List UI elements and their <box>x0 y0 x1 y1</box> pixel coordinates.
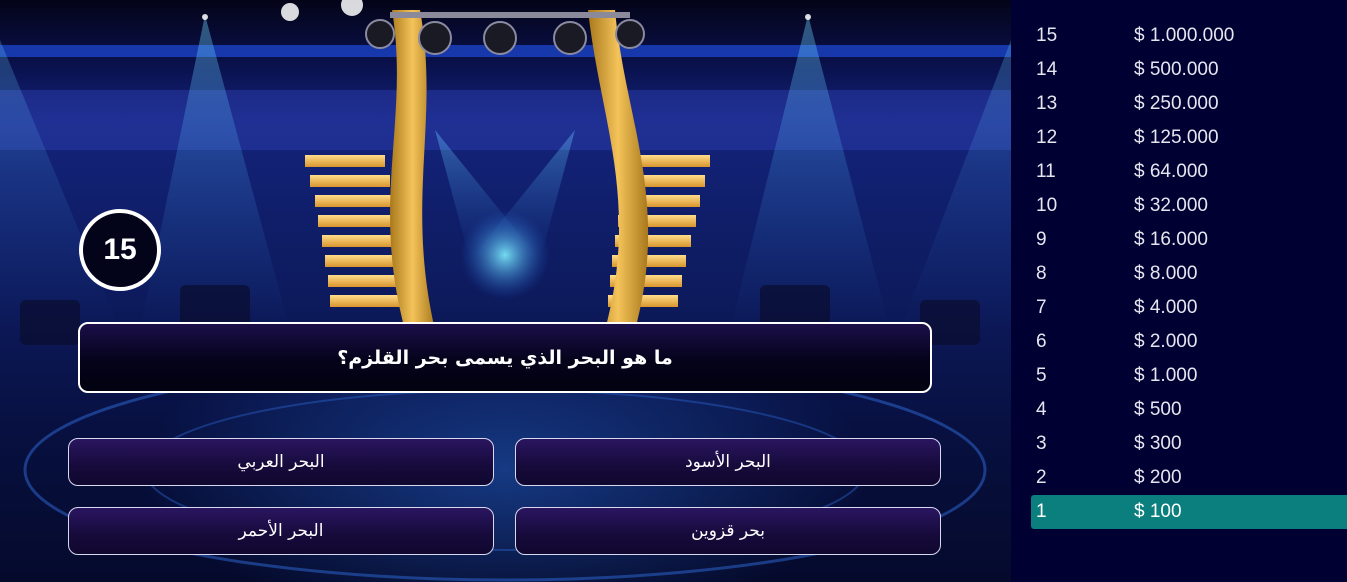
prize-amount: $ 500 <box>1134 399 1182 420</box>
prize-level: 7 <box>1036 297 1047 318</box>
prize-row-3: 3 $ 300 <box>1031 427 1347 461</box>
prize-row-6: 6 $ 2.000 <box>1031 325 1347 359</box>
prize-row-12: 12 $ 125.000 <box>1031 121 1347 155</box>
prize-amount: $ 125.000 <box>1134 127 1219 148</box>
studio-scenery <box>0 0 1011 582</box>
prize-row-10: 10 $ 32.000 <box>1031 189 1347 223</box>
prize-level: 15 <box>1036 25 1058 46</box>
prize-level: 6 <box>1036 331 1047 352</box>
prize-amount: $ 100 <box>1134 501 1182 522</box>
studio-background: 15 ما هو البحر الذي يسمى بحر القلزم؟ الب… <box>0 0 1011 582</box>
prize-row-9: 9 $ 16.000 <box>1031 223 1347 257</box>
prize-level: 11 <box>1036 161 1056 182</box>
prize-level: 10 <box>1036 195 1058 216</box>
prize-amount: $ 250.000 <box>1134 93 1219 114</box>
prize-level: 9 <box>1036 229 1047 250</box>
prize-amount: $ 8.000 <box>1134 263 1198 284</box>
prize-amount: $ 200 <box>1134 467 1182 488</box>
prize-amount: $ 2.000 <box>1134 331 1198 352</box>
prize-amount: $ 64.000 <box>1134 161 1208 182</box>
prize-row-5: 5 $ 1.000 <box>1031 359 1347 393</box>
prize-amount: $ 4.000 <box>1134 297 1198 318</box>
prize-amount: $ 300 <box>1134 433 1182 454</box>
answer-button-3[interactable]: البحر الأحمر <box>68 507 494 555</box>
prize-amount: $ 500.000 <box>1134 59 1219 80</box>
prize-amount: $ 1.000 <box>1134 365 1198 386</box>
countdown-timer: 15 <box>79 209 161 291</box>
prize-row-11: 11 $ 64.000 <box>1031 155 1347 189</box>
prize-row-15: 15 $ 1.000.000 <box>1031 19 1347 53</box>
prize-row-4: 4 $ 500 <box>1031 393 1347 427</box>
prize-row-13: 13 $ 250.000 <box>1031 87 1347 121</box>
prize-level: 8 <box>1036 263 1047 284</box>
prize-amount: $ 1.000.000 <box>1134 25 1235 46</box>
prize-level: 2 <box>1036 467 1047 488</box>
prize-ladder: 15 $ 1.000.000 14 $ 500.000 13 $ 250.000… <box>1011 0 1347 582</box>
prize-amount: $ 32.000 <box>1134 195 1208 216</box>
answer-button-4[interactable]: بحر قزوين <box>515 507 941 555</box>
prize-level: 4 <box>1036 399 1047 420</box>
question-panel: ما هو البحر الذي يسمى بحر القلزم؟ <box>78 322 932 393</box>
answer-button-1[interactable]: البحر العربي <box>68 438 494 486</box>
prize-row-14: 14 $ 500.000 <box>1031 53 1347 87</box>
prize-level: 1 <box>1036 501 1047 522</box>
prize-level: 13 <box>1036 93 1058 114</box>
prize-row-8: 8 $ 8.000 <box>1031 257 1347 291</box>
prize-row-7: 7 $ 4.000 <box>1031 291 1347 325</box>
prize-level: 5 <box>1036 365 1047 386</box>
prize-row-2: 2 $ 200 <box>1031 461 1347 495</box>
prize-amount: $ 16.000 <box>1134 229 1208 250</box>
prize-level: 12 <box>1036 127 1058 148</box>
answer-button-2[interactable]: البحر الأسود <box>515 438 941 486</box>
prize-level: 14 <box>1036 59 1058 80</box>
prize-row-1-current: 1 $ 100 <box>1031 495 1347 529</box>
prize-level: 3 <box>1036 433 1047 454</box>
